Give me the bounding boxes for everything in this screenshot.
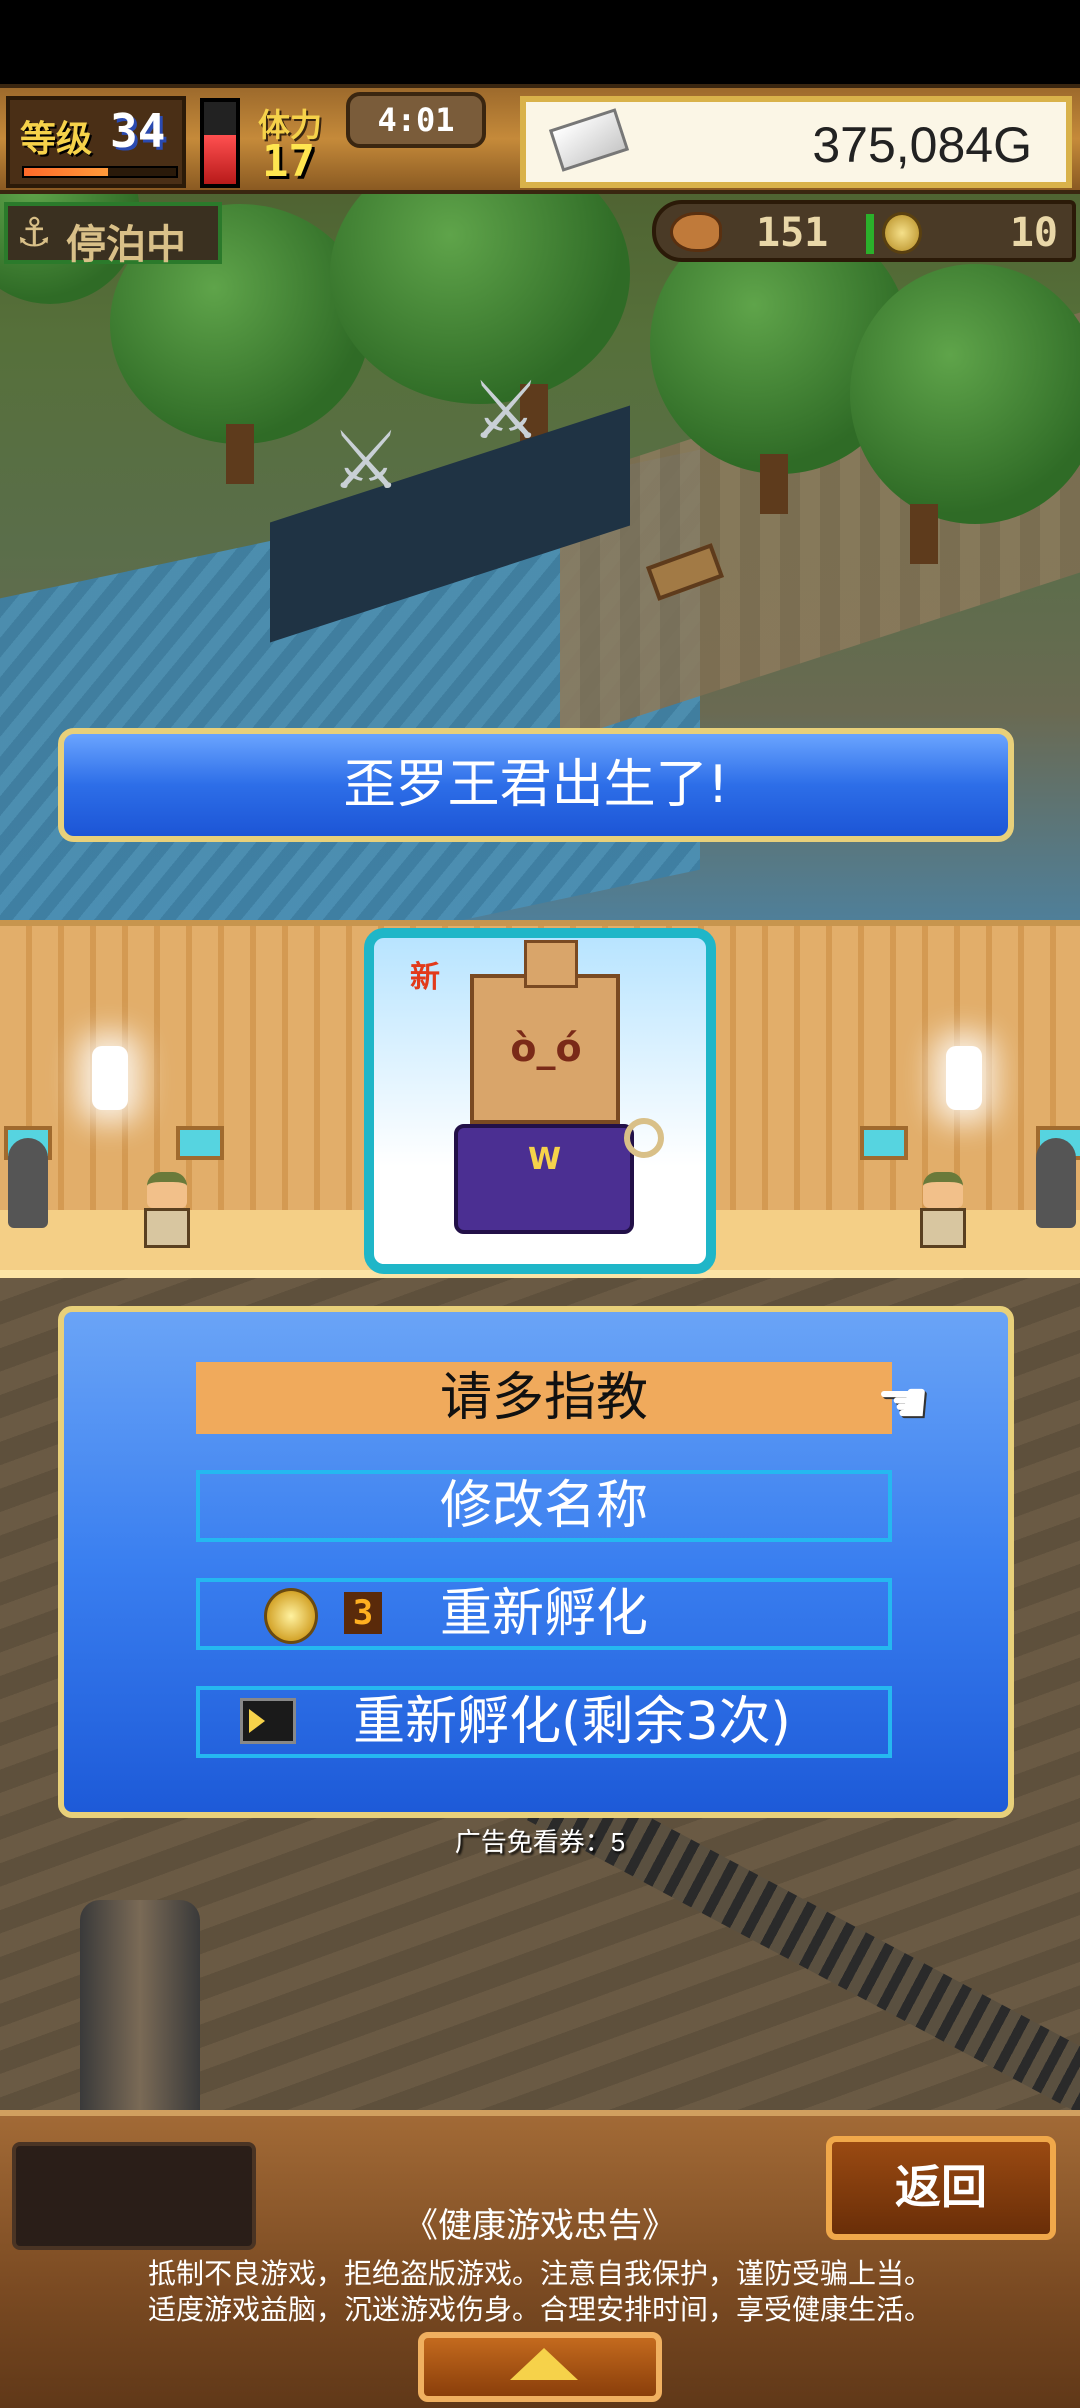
docked-status-text: 停泊中 bbox=[66, 222, 186, 268]
coin-icon bbox=[882, 212, 922, 254]
crew-member bbox=[140, 1172, 194, 1252]
health-notice-line: 抵制不良游戏，拒绝盗版游戏。注意自我保护，谨防受骗上当。 bbox=[147, 2257, 932, 2290]
level-box: 等级 34 bbox=[6, 96, 186, 188]
exp-fill bbox=[24, 168, 108, 176]
crossed-swords-icon: ⚔ bbox=[330, 414, 402, 507]
exp-bar bbox=[22, 166, 178, 178]
rehatch-coin-button[interactable]: 3 重新孵化 bbox=[196, 1578, 892, 1650]
docked-status-badge: ⚓ 停泊中 bbox=[4, 202, 222, 268]
rename-label: 修改名称 bbox=[439, 1476, 648, 1536]
play-icon bbox=[249, 1709, 265, 1733]
coin-value: 10 bbox=[1009, 210, 1058, 256]
new-badge: 新 bbox=[410, 960, 440, 995]
resource-divider bbox=[866, 214, 874, 254]
status-bar bbox=[0, 0, 1080, 84]
crew-head bbox=[147, 1172, 187, 1208]
tree-trunk bbox=[910, 504, 938, 564]
cannon bbox=[1036, 1138, 1076, 1228]
window bbox=[176, 1126, 224, 1160]
character-emblem: W bbox=[528, 1142, 562, 1177]
crew-head bbox=[923, 1172, 963, 1208]
tree-trunk bbox=[760, 454, 788, 514]
up-arrow-icon bbox=[510, 2348, 578, 2380]
level-value: 34 bbox=[110, 104, 166, 158]
character-face: ò_ó bbox=[510, 1026, 582, 1070]
cannon bbox=[8, 1138, 48, 1228]
money-value: 375,084G bbox=[812, 117, 1032, 173]
crew-member bbox=[916, 1172, 970, 1252]
ship-mast bbox=[80, 1900, 200, 2110]
health-notice-line: 适度游戏益脑，沉迷游戏伤身。合理安排时间，享受健康生活。 bbox=[147, 2293, 932, 2326]
tree-trunk bbox=[226, 424, 254, 484]
action-menu: 请多指教 ☚ 修改名称 3 重新孵化 重新孵化(剩余3次) bbox=[58, 1306, 1014, 1818]
character-box-head: ò_ó bbox=[470, 974, 620, 1124]
crew-body bbox=[144, 1208, 190, 1248]
money-display: 375,084G bbox=[520, 96, 1072, 188]
greet-button[interactable]: 请多指教 bbox=[196, 1362, 892, 1434]
ad-free-ticket-count: 广告免看券：5 bbox=[454, 1827, 626, 1857]
lamp bbox=[946, 1046, 982, 1110]
anchor-icon: ⚓ bbox=[16, 210, 52, 256]
pointing-hand-icon: ☚ bbox=[876, 1368, 930, 1438]
crossed-swords-icon: ⚔ bbox=[470, 364, 542, 457]
greet-label: 请多指教 bbox=[439, 1368, 648, 1428]
cost-badge: 3 bbox=[344, 1592, 382, 1634]
lamp bbox=[92, 1046, 128, 1110]
wind-up-key-icon bbox=[624, 1118, 664, 1158]
announcement-banner: 歪罗王君出生了! bbox=[58, 728, 1014, 842]
health-notice-title: 《健康游戏忠告》 bbox=[404, 2206, 676, 2246]
character-body: W bbox=[454, 1124, 634, 1234]
video-ad-icon bbox=[240, 1698, 296, 1744]
window bbox=[860, 1126, 908, 1160]
stamina-value: 17 bbox=[262, 136, 315, 187]
silver-bar-icon bbox=[548, 108, 630, 172]
new-character-portrait: 新 ò_ó W bbox=[364, 928, 716, 1274]
resources-bar: 151 10 bbox=[652, 200, 1076, 262]
level-label: 等级 bbox=[20, 119, 93, 160]
roast-meat-icon bbox=[670, 212, 722, 252]
stamina-meter bbox=[200, 98, 240, 188]
rehatch-coin-label: 重新孵化 bbox=[439, 1584, 648, 1644]
food-value: 151 bbox=[756, 210, 829, 256]
top-hud: 等级 34 体力 17 4:01 375,084G bbox=[0, 84, 1080, 194]
stamina-timer: 4:01 bbox=[346, 92, 486, 148]
character-mini-box bbox=[524, 940, 578, 988]
bottom-panel: 返回 《健康游戏忠告》 抵制不良游戏，拒绝盗版游戏。注意自我保护，谨防受骗上当。… bbox=[0, 2110, 1080, 2408]
expand-button[interactable] bbox=[418, 2332, 662, 2402]
rehatch-ad-label: 重新孵化(剩余3次) bbox=[353, 1692, 791, 1752]
crew-body bbox=[920, 1208, 966, 1248]
coin-icon bbox=[264, 1588, 318, 1644]
rename-button[interactable]: 修改名称 bbox=[196, 1470, 892, 1542]
announcement-text: 歪罗王君出生了! bbox=[343, 755, 729, 815]
stamina-fill bbox=[204, 134, 236, 184]
rehatch-ad-button[interactable]: 重新孵化(剩余3次) bbox=[196, 1686, 892, 1758]
